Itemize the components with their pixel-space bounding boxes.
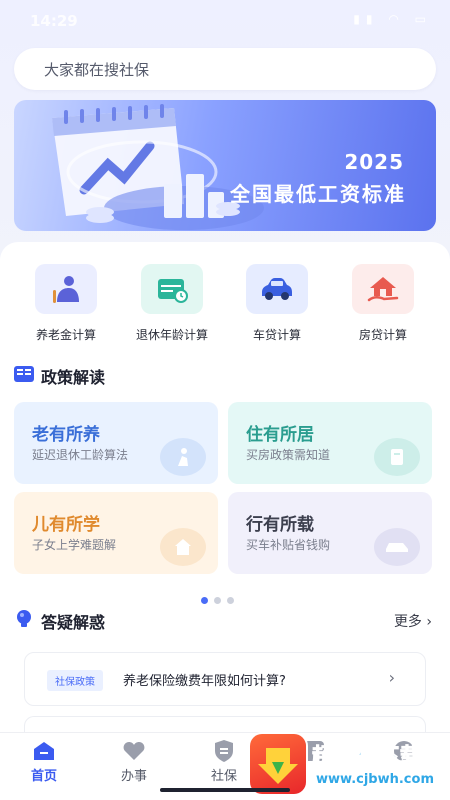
car-icon [246,264,308,314]
wifi-icon: ◠ [388,12,405,26]
home-indicator [160,788,290,792]
tile-title: 儿有所学 [32,515,100,535]
home-icon [9,739,79,763]
tile-subtitle: 买车补贴省钱购 [246,538,331,552]
pager-dot[interactable] [201,597,208,604]
tool-label: 养老金计算 [35,328,96,342]
signal-icon: ▮▮ [353,12,379,26]
qa-item[interactable]: 社保政策 养老保险缴费年限如何计算? › [24,652,426,706]
tile-title: 行有所载 [246,515,314,535]
carousel-pager [201,589,240,604]
tool-label: 退休年龄计算 [135,328,208,342]
policy-tile-car[interactable]: 行有所载 买车补贴省钱购 [228,492,432,574]
lightbulb-icon [17,610,31,627]
tab-home[interactable]: 首页 [9,739,79,784]
calendar-clock-icon [141,264,203,314]
elderly-person-icon [35,264,97,314]
tool-car-loan-calculator[interactable]: 车贷计算 [232,264,322,343]
policy-tile-education[interactable]: 儿有所学 子女上学难题解 [14,492,218,574]
policy-tile-housing[interactable]: 住有所居 买房政策需知道 [228,402,432,484]
search-placeholder: 大家都在搜社保 [44,61,150,79]
tool-label: 房贷计算 [358,328,407,342]
qa-section-title: 答疑解惑 [41,613,106,632]
banner-title: 全国最低工资标准 [230,182,406,206]
pager-dot[interactable] [214,597,221,604]
search-bar[interactable]: 大家都在搜社保 [14,48,436,90]
more-label: 更多 [393,614,422,630]
chevron-right-icon: › [426,614,432,630]
tile-subtitle: 延迟退休工龄算法 [32,448,129,462]
tool-mortgage-calculator[interactable]: 房贷计算 [338,264,428,343]
car-icon [374,528,420,566]
calendar-chart-illustration [52,104,264,230]
tile-subtitle: 子女上学难题解 [32,538,117,552]
tile-title: 住有所居 [246,425,314,445]
qa-question: 养老保险缴费年限如何计算? [123,674,286,689]
watermark-url: www.cjbwh.com [316,772,434,787]
tool-label: 车贷计算 [252,328,301,342]
status-icons: ▮▮ ◠ ▭ [353,12,432,26]
tile-title: 老有所养 [32,425,100,445]
watermark-logo [250,734,306,794]
more-link[interactable]: 更多 › [394,611,432,631]
house-hand-icon [352,264,414,314]
tool-pension-calculator[interactable]: 养老金计算 [21,264,111,343]
banner-year: 2025 [344,150,404,174]
elderly-walking-icon [160,438,206,476]
banner[interactable]: 2025 全国最低工资标准 [14,100,436,231]
pager-dot[interactable] [227,597,234,604]
status-bar: 14:29 ▮▮ ◠ ▭ [0,0,450,40]
policy-tile-pension[interactable]: 老有所养 延迟退休工龄算法 [14,402,218,484]
policy-section-title: 政策解读 [41,368,106,387]
tab-label: 办事 [120,769,147,784]
document-icon [374,438,420,476]
battery-icon: ▭ [414,12,432,26]
watermark-title: 超级棒下载站 [312,744,444,769]
school-icon [160,528,206,566]
heart-icon [99,739,169,763]
qa-tag: 社保政策 [47,670,103,691]
chevron-right-icon: › [388,668,395,687]
tool-retirement-age-calculator[interactable]: 退休年龄计算 [127,264,217,343]
tab-services[interactable]: 办事 [99,739,169,784]
tab-label: 首页 [30,769,57,784]
status-time: 14:29 [30,12,78,30]
tile-subtitle: 买房政策需知道 [246,448,331,462]
book-icon [14,366,34,382]
